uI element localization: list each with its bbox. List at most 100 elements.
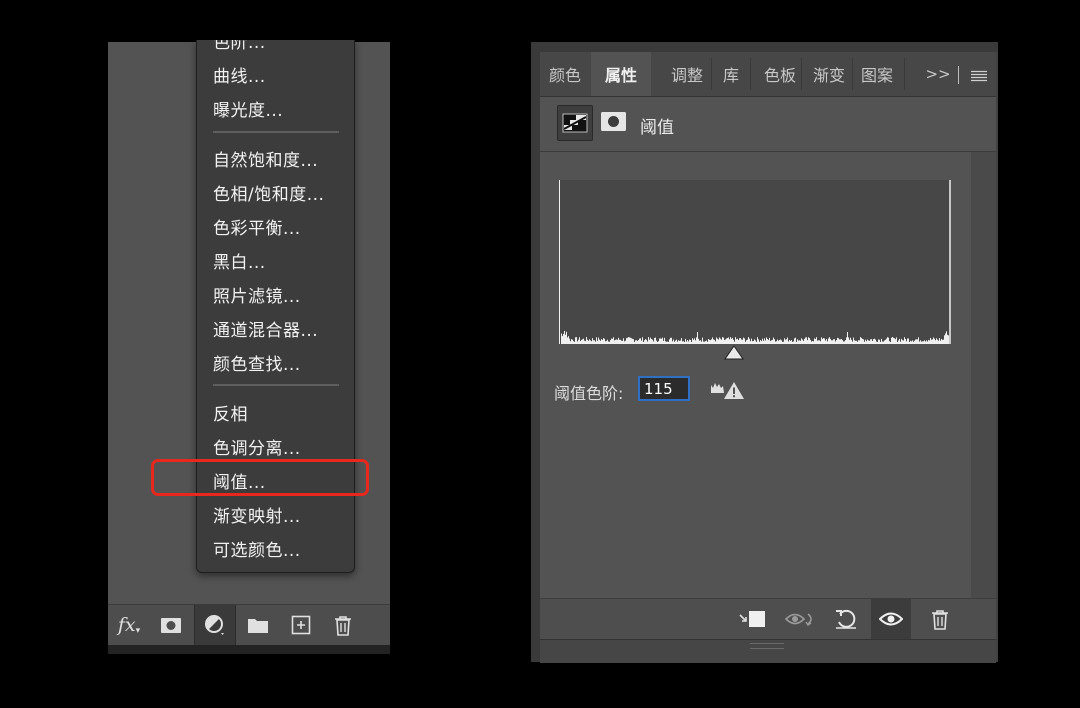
menu-item-curves[interactable]: 曲线...	[213, 62, 266, 87]
histogram-bar	[727, 338, 728, 344]
histogram-bar	[618, 337, 619, 344]
tab-swatches[interactable]: 色板	[760, 52, 800, 96]
histogram-bar	[799, 340, 800, 344]
clipping-warning-icon[interactable]	[710, 379, 746, 401]
folder-icon[interactable]	[245, 613, 271, 637]
histogram-bar	[832, 340, 833, 344]
histogram-bar	[623, 338, 624, 344]
histogram-bar	[697, 332, 698, 344]
histogram-bar	[605, 341, 606, 344]
histogram-bar	[847, 332, 848, 344]
view-previous-state-icon[interactable]	[780, 599, 820, 639]
histogram-bar	[574, 341, 575, 344]
histogram-bar	[599, 339, 600, 344]
histogram-bar	[866, 341, 867, 344]
histogram-bar	[818, 340, 819, 344]
histogram-bar	[808, 337, 809, 344]
reset-icon[interactable]	[826, 599, 866, 639]
tab-gradients[interactable]: 渐变	[806, 52, 852, 96]
histogram-bar	[615, 339, 616, 344]
histogram-bar	[771, 340, 772, 344]
layer-mask-icon[interactable]	[158, 613, 184, 637]
new-layer-icon[interactable]	[288, 613, 314, 637]
histogram-bar	[663, 340, 664, 344]
menu-item-color-lookup[interactable]: 颜色查找...	[213, 350, 301, 375]
tab-overflow-button[interactable]: >>	[925, 52, 950, 96]
histogram-bar	[831, 340, 832, 344]
menu-item-selective-color[interactable]: 可选颜色...	[213, 536, 301, 561]
histogram-bar	[948, 335, 949, 344]
histogram-bar	[737, 338, 738, 344]
menu-item-gradient-map[interactable]: 渐变映射...	[213, 502, 301, 527]
trash-icon[interactable]	[330, 613, 356, 637]
histogram-bar	[912, 340, 913, 344]
menu-item-channel-mixer[interactable]: 通道混合器...	[213, 316, 318, 341]
menu-item-exposure[interactable]: 曝光度...	[213, 96, 283, 121]
histogram-bar	[709, 339, 710, 344]
histogram-bar	[849, 339, 850, 344]
histogram-bar	[854, 340, 855, 344]
histogram-bar	[719, 337, 720, 344]
menu-item-color-balance[interactable]: 色彩平衡...	[213, 214, 301, 239]
menu-item-posterize[interactable]: 色调分离...	[213, 434, 301, 459]
tab-patterns[interactable]: 图案	[854, 52, 900, 96]
fx-icon[interactable]: fx ▾	[116, 613, 142, 637]
visibility-eye-icon[interactable]	[871, 599, 911, 639]
histogram-bar	[621, 340, 622, 344]
histogram-bar	[768, 340, 769, 344]
adjustment-layer-icon[interactable]	[194, 605, 236, 645]
tab-adjustments[interactable]: 调整	[664, 52, 710, 96]
menu-item-hue-saturation[interactable]: 色相/饱和度...	[213, 180, 324, 205]
histogram-bar	[635, 340, 636, 344]
menu-item-vibrance[interactable]: 自然饱和度...	[213, 146, 318, 171]
histogram-bar	[857, 341, 858, 344]
layer-mask-icon[interactable]	[600, 111, 627, 132]
histogram-bar	[634, 341, 635, 344]
histogram-bar	[800, 340, 801, 344]
threshold-slider-handle[interactable]	[723, 345, 745, 361]
histogram-bar	[811, 341, 812, 344]
tab-color[interactable]: 颜色	[540, 52, 590, 96]
histogram-bar	[653, 341, 654, 344]
histogram-bar	[785, 339, 786, 344]
threshold-level-input[interactable]	[638, 376, 690, 401]
menu-item-invert[interactable]: 反相	[213, 400, 248, 425]
clip-to-layer-icon[interactable]	[732, 599, 772, 639]
panel-scrollbar[interactable]	[971, 152, 996, 598]
histogram-bar	[780, 339, 781, 344]
histogram-bar	[926, 340, 927, 344]
threshold-level-label: 阈值色阶:	[554, 384, 624, 403]
histogram-bar	[876, 341, 877, 344]
histogram-bar	[817, 340, 818, 344]
histogram-bar	[835, 341, 836, 344]
tab-divider	[801, 58, 802, 90]
trash-icon[interactable]	[920, 599, 960, 639]
histogram-bar	[646, 339, 647, 344]
histogram-bar	[805, 337, 806, 344]
histogram-bar	[786, 339, 787, 344]
histogram-bar	[627, 337, 628, 344]
histogram-bar	[874, 338, 875, 344]
histogram-bar	[938, 340, 939, 344]
histogram-bar	[860, 337, 861, 344]
histogram-bar	[739, 338, 740, 344]
histogram-bar	[594, 340, 595, 344]
histogram-bar	[851, 339, 852, 344]
panel-title: 阈值	[640, 118, 674, 138]
threshold-adjustment-icon[interactable]	[557, 105, 593, 141]
tab-libraries[interactable]: 库	[712, 52, 750, 96]
panel-menu-icon[interactable]	[971, 67, 987, 86]
histogram-bar	[893, 337, 894, 344]
histogram-bar	[601, 338, 602, 344]
tab-properties[interactable]: 属性	[591, 52, 651, 96]
histogram-bar	[806, 337, 807, 344]
menu-item-photo-filter[interactable]: 照片滤镜...	[213, 282, 301, 307]
resize-grip[interactable]	[750, 643, 784, 649]
menu-item-levels[interactable]: 色阶...	[213, 40, 266, 53]
histogram-bar	[796, 341, 797, 344]
histogram-bar	[749, 338, 750, 344]
histogram-bar	[829, 337, 830, 344]
histogram-bar	[674, 341, 675, 344]
menu-item-black-white[interactable]: 黑白...	[213, 248, 266, 273]
histogram-bar	[687, 339, 688, 344]
